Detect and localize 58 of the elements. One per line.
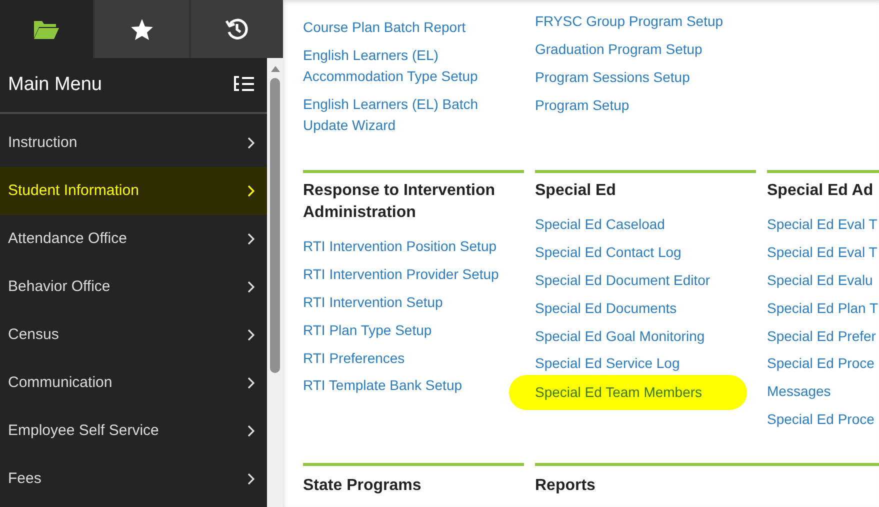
menu-link[interactable]: FRYSC Group Program Setup (535, 8, 740, 36)
menu-title: Main Menu (8, 72, 102, 97)
chevron-right-icon (247, 425, 255, 437)
menu-link[interactable]: RTI Preferences (303, 344, 508, 372)
menu-item[interactable]: Census (0, 311, 267, 359)
menu-link[interactable]: Special Ed Eval T (767, 211, 879, 239)
chevron-right-icon (247, 281, 255, 293)
chevron-right-icon (247, 233, 255, 245)
chevron-right-icon (247, 137, 255, 149)
menu-link[interactable]: English Learners (EL) Batch Update Wizard (303, 90, 508, 140)
menu-link[interactable]: Special Ed Prefer (767, 322, 879, 350)
star-icon (130, 18, 154, 40)
section-heading: Special Ed Ad (767, 181, 874, 201)
scrollbar[interactable] (267, 58, 283, 507)
menu-link[interactable]: Special Ed Evalu (767, 266, 879, 294)
menu-link[interactable]: Course Plan Batch Report (303, 14, 508, 42)
chevron-right-icon (247, 185, 255, 197)
menu-item[interactable]: Fees (0, 455, 267, 503)
menu-item[interactable]: Instruction (0, 119, 267, 167)
menu-link[interactable]: Special Ed Contact Log (535, 238, 740, 267)
section-heading: Reports (535, 476, 596, 496)
history-icon (225, 17, 249, 41)
menu-link[interactable]: Special Ed Caseload (535, 211, 740, 239)
menu-link[interactable]: Special Ed Document Editor (535, 266, 740, 294)
menu-item[interactable]: Employee Self Service (0, 407, 267, 455)
menu-item[interactable]: Student Information (0, 167, 267, 215)
sidebar-tab[interactable] (189, 0, 283, 58)
menu-link[interactable]: RTI Intervention Provider Setup (303, 260, 508, 289)
menu-link[interactable]: English Learners (EL) Accommodation Type Setup (303, 42, 508, 91)
folder-icon (33, 18, 60, 40)
sidebar-tab[interactable] (93, 0, 189, 58)
menu-link[interactable]: Special Ed Team Members (509, 374, 747, 410)
menu-link[interactable]: RTI Plan Type Setup (303, 316, 508, 344)
menu-item[interactable]: Behavior Office (0, 263, 267, 311)
menu-item[interactable]: Communication (0, 359, 267, 407)
menu-link[interactable]: RTI Intervention Position Setup (303, 233, 508, 261)
chevron-right-icon (247, 329, 255, 341)
section-heading: Response to Intervention Administration (303, 181, 496, 223)
scrollbar-thumb[interactable] (270, 78, 280, 373)
menu-link[interactable]: Special Ed Proce (767, 350, 879, 378)
menu-link[interactable]: Special Ed Eval T (767, 238, 879, 267)
scroll-up-icon[interactable] (270, 66, 280, 72)
section-heading: Special Ed (535, 181, 617, 201)
chevron-right-icon (247, 473, 255, 485)
menu-link[interactable]: Special Ed Documents (535, 294, 740, 322)
menu-link[interactable]: Program Setup (535, 91, 740, 120)
tree-list-icon[interactable] (233, 76, 255, 94)
menu-link[interactable]: Special Ed Proce (767, 405, 879, 434)
menu-link[interactable]: RTI Template Bank Setup (303, 372, 508, 400)
section-heading: State Programs (303, 476, 422, 496)
menu-link[interactable]: Graduation Program Setup (535, 36, 740, 64)
menu-link[interactable]: Special Ed Plan T (767, 294, 879, 322)
menu-link[interactable]: Messages (767, 378, 879, 406)
menu-link[interactable]: Program Sessions Setup (535, 64, 740, 92)
menu-link[interactable]: Special Ed Goal Monitoring (535, 322, 740, 350)
menu-link[interactable]: RTI Intervention Setup (303, 288, 508, 316)
chevron-right-icon (247, 377, 255, 389)
menu-item[interactable]: Attendance Office (0, 215, 267, 263)
